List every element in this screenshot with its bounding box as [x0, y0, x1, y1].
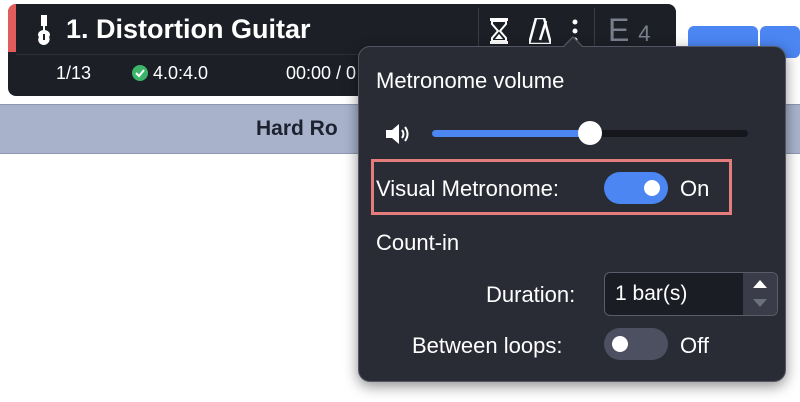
- metronome-button[interactable]: [521, 12, 559, 50]
- stepper-arrows: [743, 273, 777, 315]
- toggle-knob: [612, 336, 628, 352]
- increment-icon[interactable]: [753, 280, 767, 288]
- decrement-icon[interactable]: [753, 299, 767, 307]
- duration-stepper[interactable]: 1 bar(s): [604, 272, 778, 316]
- toggle-knob: [644, 180, 660, 196]
- duration-label: Duration:: [486, 282, 576, 307]
- guitar-icon: [38, 15, 50, 45]
- track-title: 1. Distortion Guitar: [66, 14, 311, 44]
- metronome-icon: [529, 18, 551, 44]
- speaker-icon: [386, 124, 409, 144]
- bar-count: 1/13: [56, 63, 92, 83]
- hourglass-icon: [490, 18, 508, 44]
- popover-arrow-fill: [563, 38, 583, 48]
- duration-value: 1 bar(s): [615, 282, 688, 305]
- count-in-label: Count-in: [376, 230, 460, 255]
- section-name: Hard Ro: [256, 117, 338, 140]
- visual-metronome-state: On: [680, 176, 710, 201]
- key-octave: 4: [638, 21, 651, 46]
- volume-slider-handle[interactable]: [578, 121, 602, 145]
- between-loops-label: Between loops:: [412, 333, 563, 358]
- between-loops-state: Off: [680, 333, 709, 358]
- hourglass-button[interactable]: [480, 12, 518, 50]
- key-display[interactable]: E 4: [608, 12, 650, 49]
- visual-metronome-toggle[interactable]: [604, 172, 668, 204]
- volume-slider-fill: [432, 130, 590, 137]
- time-position: 00:00 / 0: [286, 63, 357, 83]
- visual-metronome-label: Visual Metronome:: [376, 176, 560, 201]
- track-color-accent: [8, 4, 16, 52]
- key-note: E: [608, 12, 630, 48]
- between-loops-toggle[interactable]: [604, 328, 668, 360]
- check-icon: [132, 65, 148, 81]
- volume-slider[interactable]: [432, 121, 748, 145]
- metronome-volume-label: Metronome volume: [376, 68, 565, 93]
- time-signature: 4.0:4.0: [153, 63, 209, 83]
